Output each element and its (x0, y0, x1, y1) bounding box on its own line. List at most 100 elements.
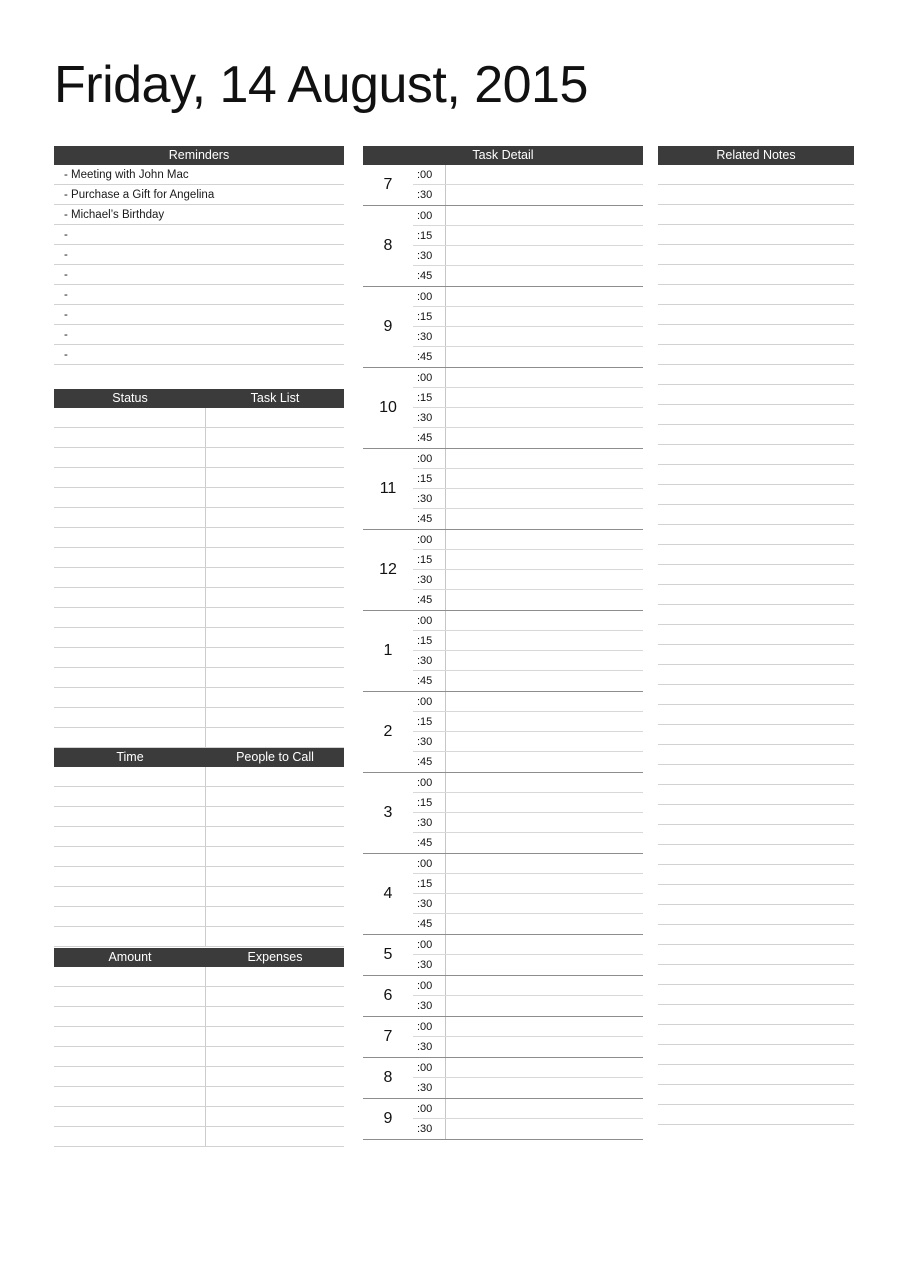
time-slot-entry[interactable] (446, 246, 643, 265)
related-note-line[interactable] (658, 545, 854, 564)
task-list-cell[interactable] (206, 488, 344, 507)
amount-cell[interactable] (54, 1007, 206, 1026)
related-note-line[interactable] (658, 425, 854, 444)
time-slot-entry[interactable] (446, 773, 643, 792)
time-slot-entry[interactable] (446, 752, 643, 772)
time-slot-entry[interactable] (446, 570, 643, 589)
amount-cell[interactable] (54, 967, 206, 986)
time-slot-entry[interactable] (446, 692, 643, 711)
people-to-call-cell[interactable] (206, 847, 344, 866)
time-slot-entry[interactable] (446, 307, 643, 326)
status-cell[interactable] (54, 588, 206, 607)
related-note-line[interactable] (658, 385, 854, 404)
related-note-line[interactable] (658, 325, 854, 344)
related-note-line[interactable] (658, 765, 854, 784)
related-note-line[interactable] (658, 1085, 854, 1104)
time-slot-entry[interactable] (446, 469, 643, 488)
related-note-line[interactable] (658, 845, 854, 864)
amount-cell[interactable] (54, 1047, 206, 1066)
time-slot-entry[interactable] (446, 1058, 643, 1077)
time-slot-entry[interactable] (446, 914, 643, 934)
time-slot-entry[interactable] (446, 327, 643, 346)
amount-cell[interactable] (54, 1107, 206, 1126)
people-to-call-cell[interactable] (206, 867, 344, 886)
related-note-line[interactable] (658, 285, 854, 304)
reminder-item[interactable]: - (54, 345, 344, 364)
time-cell[interactable] (54, 927, 206, 946)
reminder-item[interactable]: - (54, 265, 344, 284)
related-note-line[interactable] (658, 605, 854, 624)
related-note-line[interactable] (658, 1105, 854, 1124)
time-slot-entry[interactable] (446, 935, 643, 954)
task-list-cell[interactable] (206, 628, 344, 647)
people-to-call-cell[interactable] (206, 767, 344, 786)
task-list-cell[interactable] (206, 608, 344, 627)
related-note-line[interactable] (658, 245, 854, 264)
time-slot-entry[interactable] (446, 287, 643, 306)
related-note-line[interactable] (658, 225, 854, 244)
reminder-item[interactable]: - Michael’s Birthday (54, 205, 344, 224)
time-cell[interactable] (54, 767, 206, 786)
time-slot-entry[interactable] (446, 449, 643, 468)
time-slot-entry[interactable] (446, 651, 643, 670)
reminder-item[interactable]: - (54, 305, 344, 324)
task-list-cell[interactable] (206, 648, 344, 667)
time-slot-entry[interactable] (446, 368, 643, 387)
status-cell[interactable] (54, 408, 206, 427)
task-list-cell[interactable] (206, 548, 344, 567)
time-slot-entry[interactable] (446, 206, 643, 225)
related-note-line[interactable] (658, 825, 854, 844)
time-slot-entry[interactable] (446, 611, 643, 630)
status-cell[interactable] (54, 568, 206, 587)
related-note-line[interactable] (658, 345, 854, 364)
task-list-cell[interactable] (206, 468, 344, 487)
related-note-line[interactable] (658, 685, 854, 704)
related-note-line[interactable] (658, 405, 854, 424)
time-slot-entry[interactable] (446, 1078, 643, 1098)
task-list-cell[interactable] (206, 688, 344, 707)
time-slot-entry[interactable] (446, 1037, 643, 1057)
related-note-line[interactable] (658, 965, 854, 984)
related-note-line[interactable] (658, 585, 854, 604)
expenses-cell[interactable] (206, 1007, 344, 1026)
time-slot-entry[interactable] (446, 388, 643, 407)
time-slot-entry[interactable] (446, 590, 643, 610)
related-note-line[interactable] (658, 445, 854, 464)
related-note-line[interactable] (658, 305, 854, 324)
time-slot-entry[interactable] (446, 226, 643, 245)
related-note-line[interactable] (658, 565, 854, 584)
status-cell[interactable] (54, 428, 206, 447)
task-list-cell[interactable] (206, 728, 344, 747)
related-note-line[interactable] (658, 185, 854, 204)
time-slot-entry[interactable] (446, 894, 643, 913)
reminder-item[interactable]: - (54, 245, 344, 264)
related-note-line[interactable] (658, 925, 854, 944)
time-slot-entry[interactable] (446, 550, 643, 569)
related-note-line[interactable] (658, 165, 854, 184)
people-to-call-cell[interactable] (206, 827, 344, 846)
expenses-cell[interactable] (206, 987, 344, 1006)
related-note-line[interactable] (658, 885, 854, 904)
related-note-line[interactable] (658, 905, 854, 924)
people-to-call-cell[interactable] (206, 907, 344, 926)
time-slot-entry[interactable] (446, 712, 643, 731)
time-slot-entry[interactable] (446, 874, 643, 893)
related-note-line[interactable] (658, 945, 854, 964)
time-slot-entry[interactable] (446, 996, 643, 1016)
people-to-call-cell[interactable] (206, 887, 344, 906)
related-note-line[interactable] (658, 1005, 854, 1024)
related-note-line[interactable] (658, 745, 854, 764)
time-slot-entry[interactable] (446, 1119, 643, 1139)
related-note-line[interactable] (658, 1045, 854, 1064)
related-note-line[interactable] (658, 805, 854, 824)
reminder-item[interactable]: - (54, 285, 344, 304)
task-list-cell[interactable] (206, 668, 344, 687)
time-slot-entry[interactable] (446, 1099, 643, 1118)
task-list-cell[interactable] (206, 588, 344, 607)
reminder-item[interactable]: - (54, 225, 344, 244)
related-note-line[interactable] (658, 625, 854, 644)
related-note-line[interactable] (658, 485, 854, 504)
time-slot-entry[interactable] (446, 509, 643, 529)
amount-cell[interactable] (54, 1027, 206, 1046)
related-note-line[interactable] (658, 1065, 854, 1084)
